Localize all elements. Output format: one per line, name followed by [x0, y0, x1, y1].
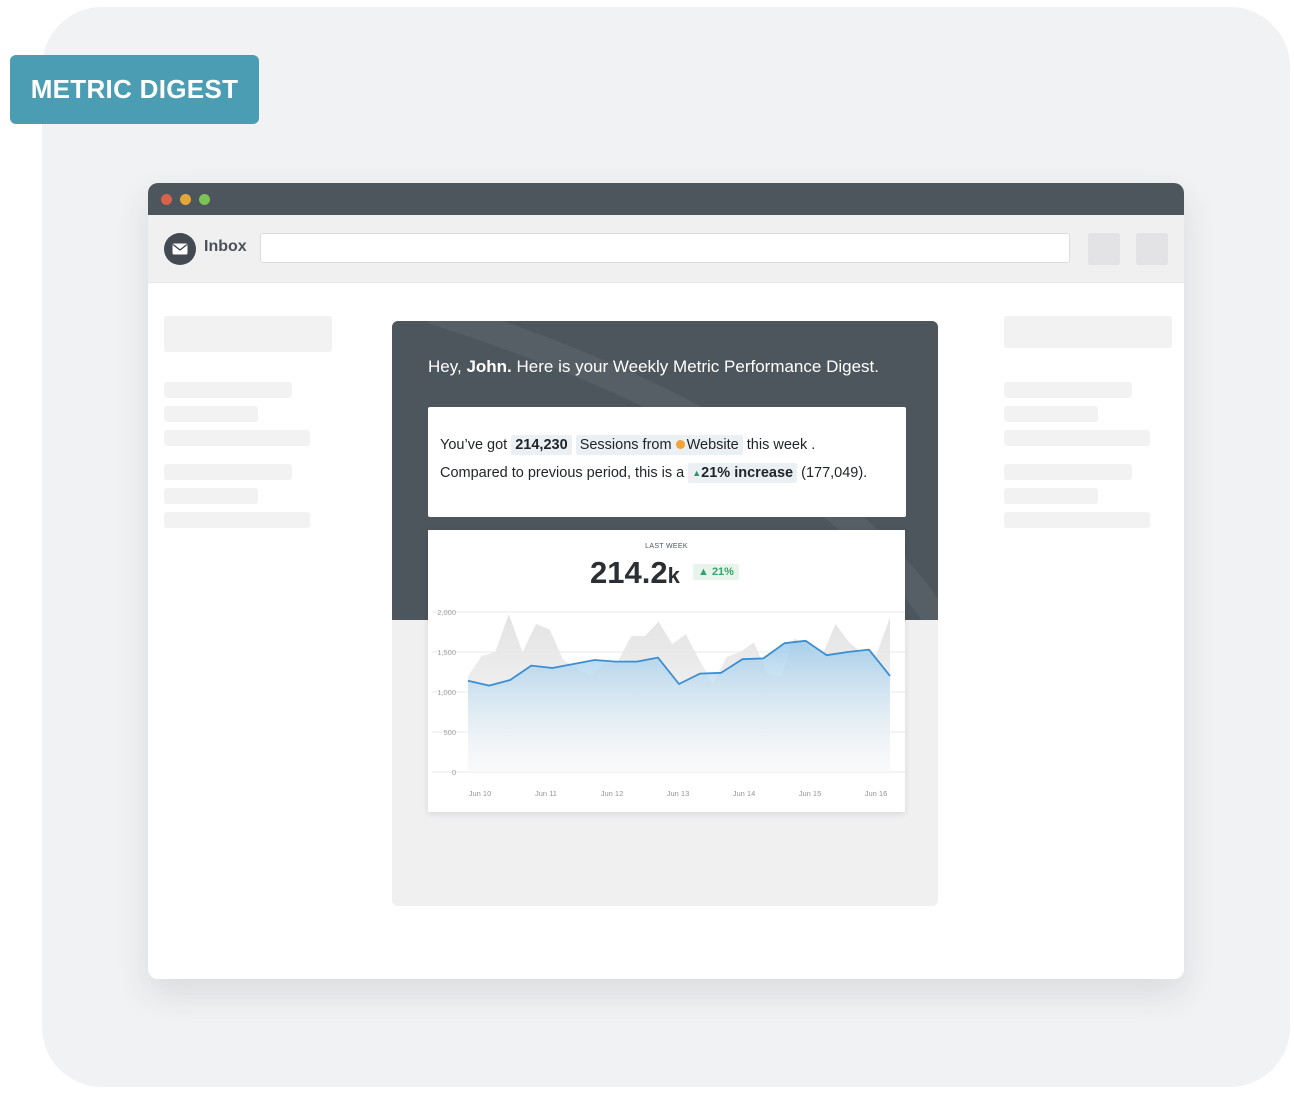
- right-skeleton-line: [1004, 512, 1150, 528]
- metric-source-chip[interactable]: Sessions from Website: [575, 435, 743, 455]
- metric-digest-badge: METRIC DIGEST: [10, 55, 259, 124]
- sessions-chart: 0 500 1,000 1,500 2,000 Jun 10 Jun 11 Jun 12 Jun…: [432, 608, 905, 798]
- right-skeleton-line: [1004, 430, 1150, 446]
- mail-window: Inbox Hey, John. Here is your Weekly Met…: [148, 183, 1184, 979]
- left-skeleton-line: [164, 464, 292, 480]
- left-skeleton-line: [164, 488, 258, 504]
- envelope-icon[interactable]: [164, 233, 196, 265]
- right-skeleton-header: [1004, 316, 1172, 348]
- y-tick-label: 1,500: [437, 648, 456, 657]
- digest-email: Hey, John. Here is your Weekly Metric Pe…: [392, 321, 938, 906]
- greeting-name: John.: [466, 357, 512, 376]
- left-skeleton-line: [164, 430, 310, 446]
- greeting-text: Hey, John. Here is your Weekly Metric Pe…: [428, 357, 879, 377]
- greeting-suffix: Here is your Weekly Metric Performance D…: [516, 357, 879, 376]
- x-tick-label: Jun 13: [667, 789, 690, 798]
- website-dot-icon: [675, 440, 685, 449]
- x-tick-label: Jun 11: [535, 789, 557, 798]
- y-tick-label: 500: [443, 728, 456, 737]
- mail-toolbar: Inbox: [148, 215, 1184, 283]
- chart-card: LAST WEEK 214.2k ▲ 21% 0 500 1,000 1,500 2,0…: [428, 530, 905, 812]
- right-skeleton-line: [1004, 464, 1132, 480]
- y-tick-label: 1,000: [437, 688, 456, 697]
- minimize-window-button[interactable]: [180, 193, 191, 205]
- metric-name: Sessions from: [579, 437, 672, 453]
- right-skeleton-line: [1004, 406, 1098, 422]
- summary-line-2: Compared to previous period, this is a ▲…: [440, 463, 868, 483]
- left-skeleton-header: [164, 316, 332, 352]
- toolbar-button-1[interactable]: [1088, 233, 1120, 265]
- toolbar-button-2[interactable]: [1136, 233, 1168, 265]
- right-skeleton-line: [1004, 382, 1132, 398]
- summary-line-1: You’ve got 214,230 Sessions from Website…: [440, 435, 816, 455]
- triangle-up-icon: ▲: [692, 468, 702, 478]
- y-tick-label: 0: [452, 768, 456, 777]
- close-window-button[interactable]: [161, 193, 172, 205]
- title-bar: [148, 183, 1184, 215]
- greeting-prefix: Hey,: [428, 357, 462, 376]
- x-tick-label: Jun 15: [799, 789, 822, 798]
- maximize-window-button[interactable]: [199, 193, 210, 205]
- source-name: Website: [686, 437, 739, 453]
- right-skeleton-line: [1004, 488, 1098, 504]
- x-tick-label: Jun 12: [601, 789, 624, 798]
- change-text: 21% increase: [701, 465, 794, 481]
- summary-card: You’ve got 214,230 Sessions from Website…: [428, 407, 906, 517]
- period-text: this week .: [746, 437, 816, 453]
- left-skeleton-line: [164, 382, 292, 398]
- search-input[interactable]: [260, 233, 1070, 263]
- summary-prefix: You’ve got: [440, 437, 508, 453]
- previous-value: (177,049).: [801, 465, 868, 481]
- sessions-value: 214,230: [511, 435, 572, 455]
- x-tick-label: Jun 14: [733, 789, 756, 798]
- comparison-prefix: Compared to previous period, this is a: [440, 465, 685, 481]
- change-chip: ▲21% increase: [688, 463, 798, 483]
- left-skeleton-line: [164, 406, 258, 422]
- x-tick-label: Jun 10: [469, 789, 492, 798]
- inbox-label[interactable]: Inbox: [204, 238, 247, 256]
- y-tick-label: 2,000: [437, 608, 456, 617]
- left-skeleton-line: [164, 512, 310, 528]
- x-tick-label: Jun 16: [865, 789, 888, 798]
